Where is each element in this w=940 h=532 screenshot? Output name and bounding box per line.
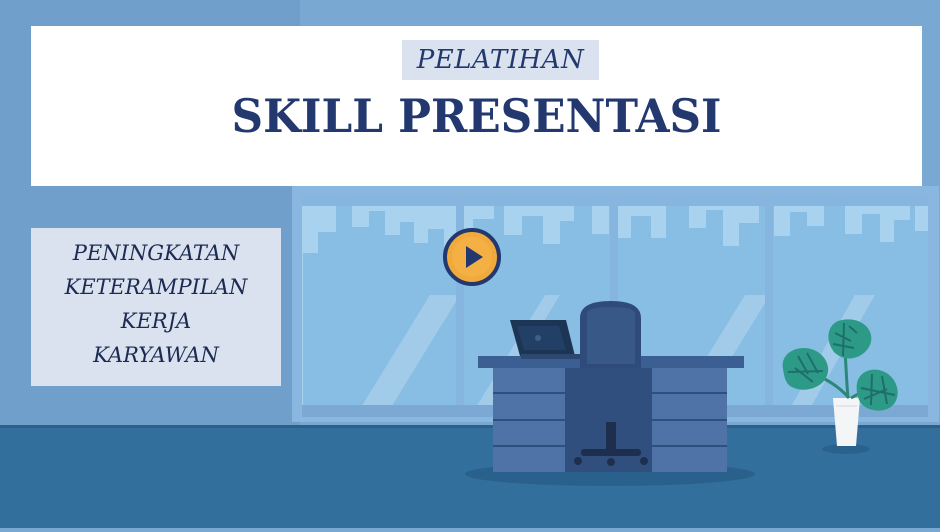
- play-icon: [443, 228, 501, 286]
- floor: [0, 427, 940, 528]
- subtitle-line-3: KERJA: [120, 309, 192, 333]
- subtitle-line-1: PENINGKATAN: [72, 241, 240, 265]
- slide-kicker: PELATIHAN: [402, 40, 599, 80]
- subtitle-line-4: KARYAWAN: [93, 343, 219, 367]
- subtitle-line-2: KETERAMPILAN: [64, 275, 248, 299]
- title-card: PELATIHAN SKILL PRESENTASI: [31, 26, 922, 186]
- play-button[interactable]: [443, 228, 501, 286]
- baseboard: [0, 425, 940, 428]
- subtitle-card: PENINGKATAN KETERAMPILAN KERJA KARYAWAN: [31, 228, 281, 386]
- slide-title: SKILL PRESENTASI: [231, 89, 722, 143]
